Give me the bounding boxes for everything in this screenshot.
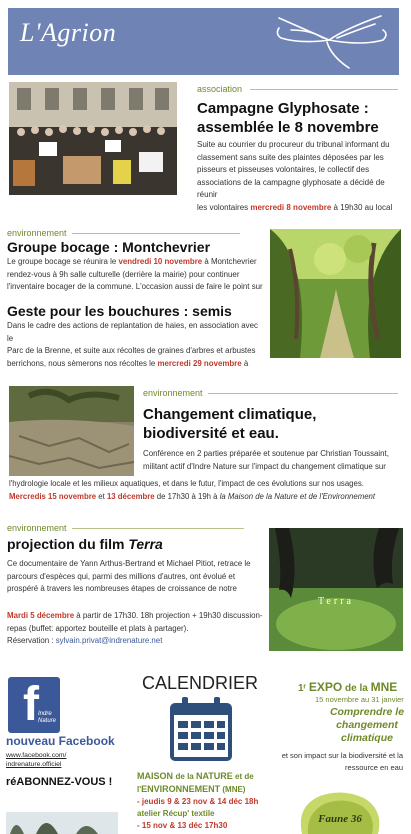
article-title-climat[interactable]: Changement climatique, biodiversité et e… bbox=[143, 405, 383, 443]
article-title-bouchures[interactable]: Geste pour les bouchures : semis bbox=[7, 302, 232, 321]
reservation-email-link[interactable]: sylvain.privat@indrenature.net bbox=[56, 636, 163, 645]
article-body-bocage: Le groupe bocage se réunira le vendredi … bbox=[7, 257, 263, 291]
article-body-bouchures: Dans le cadre des actions de replantatio… bbox=[7, 321, 258, 368]
facebook-link[interactable]: www.facebook.com/ indrenature.officiel bbox=[6, 751, 66, 769]
category-divider bbox=[72, 233, 240, 234]
expo-title: 1ʳ EXPO de la MNE bbox=[298, 680, 398, 694]
facebook-icon[interactable]: f Indre Nature bbox=[8, 677, 60, 733]
svg-text:Faune 36: Faune 36 bbox=[317, 813, 362, 825]
article-title-bocage[interactable]: Groupe bocage : Montchevrier bbox=[7, 238, 210, 257]
expo-description: et son impact sur la biodiversité et la … bbox=[281, 751, 403, 772]
article-category: association bbox=[197, 84, 243, 94]
article-category: environnement bbox=[143, 388, 203, 398]
dragonfly-icon bbox=[276, 15, 387, 69]
faune-36-badge[interactable]: Faune 36 bbox=[292, 790, 388, 834]
calendar-events: MAISON de la NATURE et de l'ENVIRONNEMEN… bbox=[137, 771, 259, 834]
article-category: environnement bbox=[7, 228, 67, 238]
terra-poster-title: Terra bbox=[318, 596, 354, 607]
facebook-title[interactable]: nouveau Facebook bbox=[6, 734, 115, 748]
newsletter-header: L'Agrion bbox=[8, 8, 399, 75]
article-body-glyphosate: Suite au courrier du procureur du tribun… bbox=[197, 140, 393, 212]
expo-dates: 15 novembre au 31 janvier bbox=[315, 695, 404, 704]
article-title-glyphosate[interactable]: Campagne Glyphosate : assemblée le 8 nov… bbox=[197, 99, 402, 137]
terra-poster: Terra bbox=[269, 528, 403, 651]
article-details-terra: Mardi 5 décembre à partir de 17h30. 18h … bbox=[7, 611, 263, 645]
photo-protest-group bbox=[9, 82, 177, 195]
category-divider bbox=[208, 393, 398, 394]
article-body-climat-intro: Conférence en 2 parties préparée et sout… bbox=[143, 449, 389, 471]
photo-footer-trees bbox=[6, 812, 118, 834]
calendar-icon[interactable] bbox=[168, 697, 234, 763]
newsletter-title: L'Agrion bbox=[20, 18, 117, 47]
resubscribe-text: réABONNEZ-VOUS ! bbox=[6, 776, 113, 788]
photo-dry-riverbed bbox=[9, 386, 134, 476]
calendar-title: CALENDRIER bbox=[142, 673, 259, 693]
expo-subtitle: Comprendre le changement climatique bbox=[329, 706, 405, 744]
article-body-terra: Ce documentaire de Yann Arthus-Bertrand … bbox=[7, 559, 251, 593]
article-body-climat: l'hydrologie locale et les milieux aquat… bbox=[9, 479, 376, 501]
article-title-terra[interactable]: projection du film Terra bbox=[7, 535, 163, 554]
category-divider bbox=[250, 89, 398, 90]
photo-hedge-path bbox=[270, 229, 401, 358]
category-divider bbox=[72, 528, 244, 529]
article-category: environnement bbox=[7, 523, 67, 533]
